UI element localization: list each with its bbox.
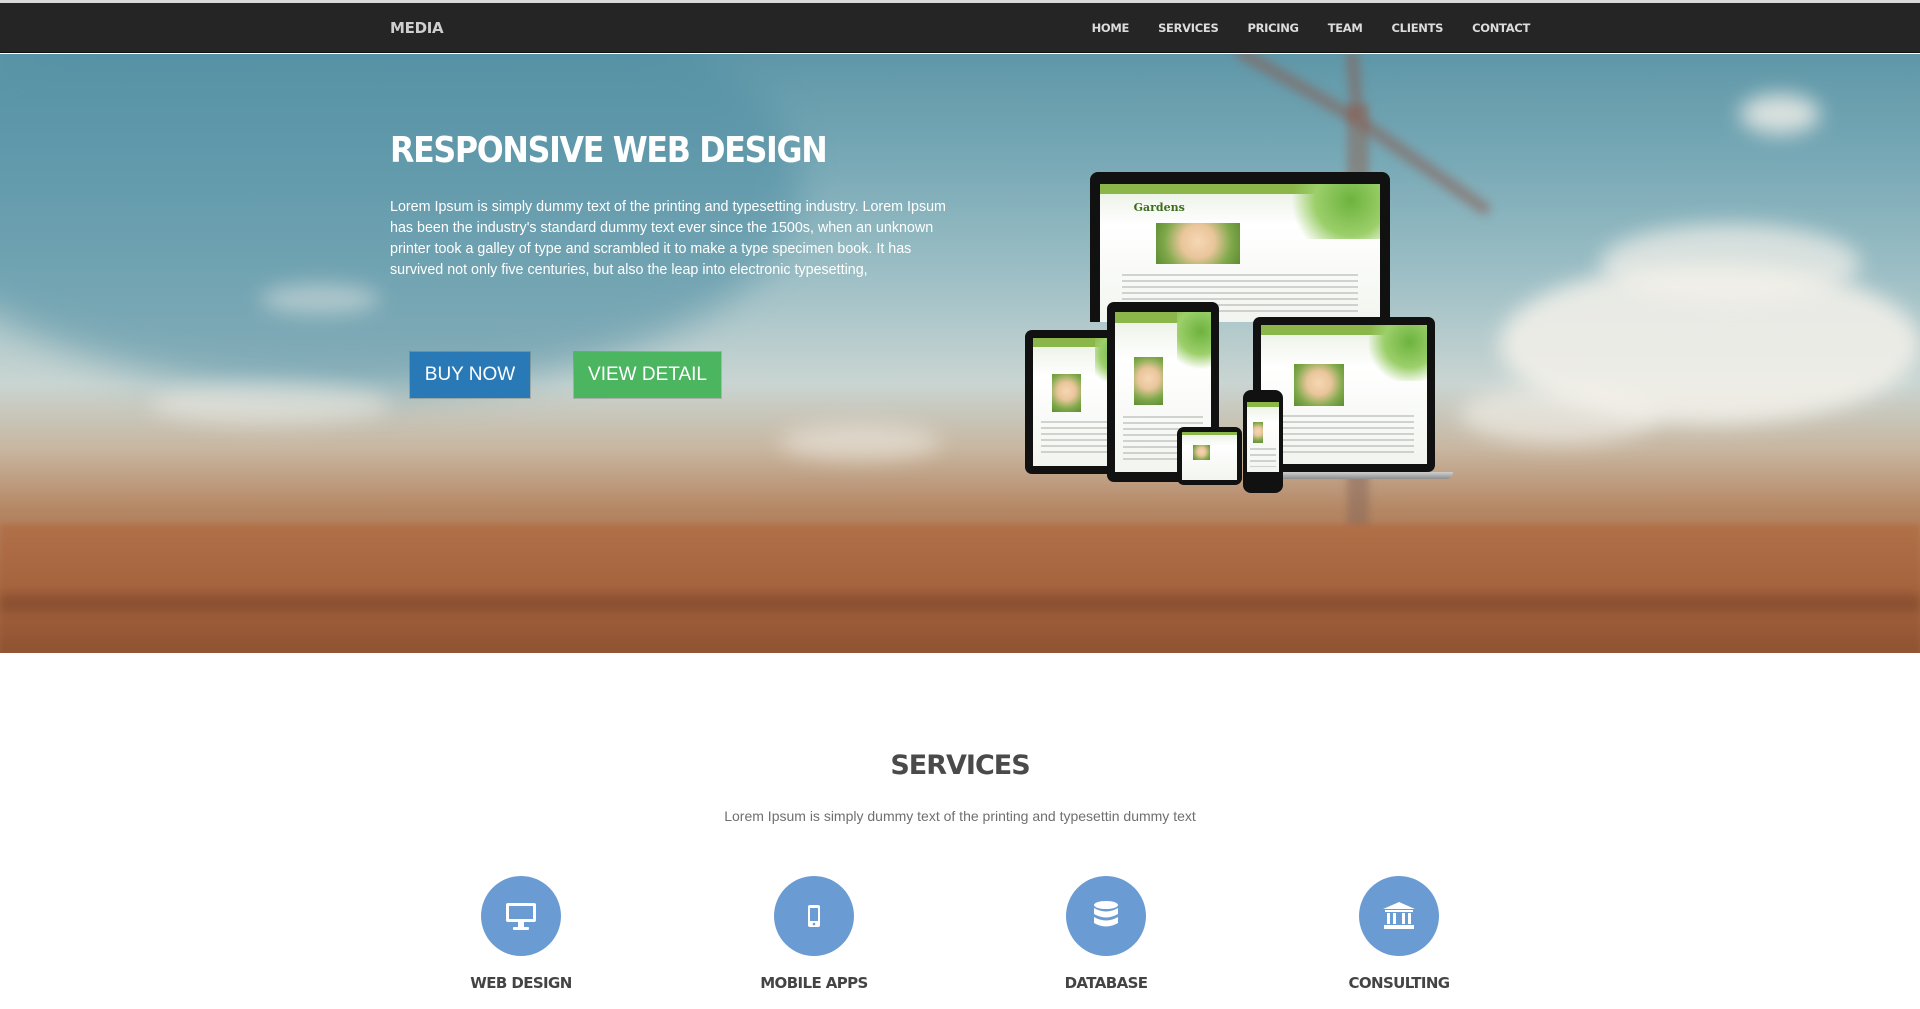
navbar: MEDIA HOME SERVICES PRICING TEAM CLIENTS… [0,3,1920,53]
hero-description: Lorem Ipsum is simply dummy text of the … [390,199,946,278]
service-label: MOBILE APPS [760,974,868,992]
nav-services[interactable]: SERVICES [1158,21,1219,35]
main-nav: HOME SERVICES PRICING TEAM CLIENTS CONTA… [1063,21,1531,35]
hero-title: RESPONSIVE WEB DESIGN [390,130,828,171]
bank-icon [1359,876,1439,956]
responsive-devices-image: Gardens [1025,172,1455,493]
cloud [260,284,380,314]
screen-logo: Gardens [1133,200,1185,214]
small-tablet-device [1177,427,1242,485]
mobile-icon [774,876,854,956]
brand-logo[interactable]: MEDIA [390,19,444,37]
cloud [1740,94,1820,134]
service-consulting[interactable]: CONSULTING [1299,876,1499,992]
field-shadow [0,594,1920,612]
cloud [150,384,390,424]
nav-pricing[interactable]: PRICING [1247,21,1299,35]
nav-home[interactable]: HOME [1092,21,1130,35]
service-label: CONSULTING [1348,974,1450,992]
cloud [1460,384,1660,444]
nav-contact[interactable]: CONTACT [1472,21,1530,35]
phone-device [1243,390,1283,493]
buy-now-button[interactable]: BUY NOW [410,352,530,398]
nav-team[interactable]: TEAM [1328,21,1363,35]
database-icon [1066,876,1146,956]
turbine-blade [1233,54,1361,126]
nav-clients[interactable]: CLIENTS [1392,21,1444,35]
service-mobile-apps[interactable]: MOBILE APPS [714,876,914,992]
monitor-device: Gardens [1090,172,1390,322]
services-title: SERVICES [890,750,1030,781]
services-subtitle: Lorem Ipsum is simply dummy text of the … [724,808,1196,824]
view-detail-button[interactable]: VIEW DETAIL [574,352,721,398]
cloud [1600,224,1860,304]
field [0,524,1920,653]
desktop-icon [481,876,561,956]
service-label: WEB DESIGN [470,974,572,992]
cloud [780,424,940,460]
service-web-design[interactable]: WEB DESIGN [421,876,621,992]
hero-section: RESPONSIVE WEB DESIGN Lorem Ipsum is sim… [0,54,1920,653]
service-database[interactable]: DATABASE [1006,876,1206,992]
service-label: DATABASE [1064,974,1148,992]
